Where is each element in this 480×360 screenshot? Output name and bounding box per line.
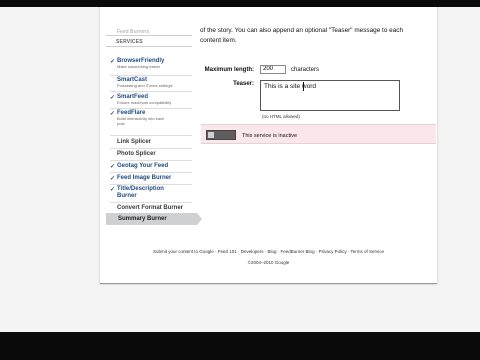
sidebar-divider	[110, 135, 192, 136]
sidebar-item-desc: Podcasting and iTunes settings	[117, 83, 173, 88]
max-length-unit: characters	[291, 67, 320, 73]
footer-link-privacy[interactable]: Privacy Policy	[319, 249, 347, 254]
sidebar-item-name-2[interactable]: Burner	[117, 193, 137, 200]
sidebar-item-summary-burner[interactable]: Summary Burner	[106, 213, 202, 225]
check-icon: ✓	[110, 164, 116, 170]
max-length-label: Maximum length:	[204, 67, 254, 73]
sidebar-item-geotag[interactable]: ✓ Geotag Your Feed	[110, 163, 192, 171]
sidebar-divider	[110, 75, 192, 76]
video-letterbox-bottom	[0, 332, 480, 360]
sidebar-item-title-description-burner[interactable]: ✓ Title/Description Burner	[110, 186, 192, 201]
sidebar-divider	[110, 148, 192, 149]
sidebar-divider	[110, 91, 192, 92]
max-length-input[interactable]	[260, 65, 286, 74]
sidebar-item-desc: Make subscribing easier	[117, 64, 161, 69]
sidebar-item-name[interactable]: Convert Format Burner	[117, 205, 183, 212]
sidebar-rule-top	[106, 35, 192, 36]
sidebar-item-name[interactable]: Photo Splicer	[117, 151, 156, 158]
sidebar-item-smartfeed[interactable]: ✓ SmartFeed Ensure maximum compatibility	[110, 94, 192, 108]
service-status-text: This service is inactive	[242, 133, 298, 139]
sidebar-header: Feed Burners SERVICES	[106, 29, 192, 50]
sidebar-item-name[interactable]: Geotag Your Feed	[117, 163, 168, 170]
sidebar-services-heading: SERVICES	[116, 39, 143, 45]
teaser-textarea[interactable]: This is a site word	[260, 80, 400, 111]
intro-text: of the story. You can also append an opt…	[200, 26, 436, 46]
sidebar-item-convert-format-burner[interactable]: Convert Format Burner	[110, 205, 192, 213]
status-rule-top	[201, 124, 436, 125]
activate-toggle[interactable]	[206, 130, 236, 140]
footer-link-blog[interactable]: Blog	[268, 249, 277, 254]
footer-link-feed101[interactable]: Feed 101	[218, 249, 237, 254]
teaser-label: Teaser:	[233, 81, 254, 87]
intro-line-2: content item.	[200, 37, 237, 44]
sidebar-divider	[110, 160, 192, 161]
video-letterbox-top	[0, 0, 480, 7]
no-html-note: (no HTML allowed)	[262, 114, 300, 119]
service-status-bar	[201, 124, 436, 144]
check-icon: ✓	[110, 176, 116, 182]
sidebar-item-feedflare[interactable]: ✓ FeedFlare Build interactivity into eac…	[110, 110, 192, 130]
footer-link-developers[interactable]: Developers	[241, 249, 264, 254]
sidebar-item-smartcast[interactable]: SmartCast Podcasting and iTunes settings	[110, 77, 192, 91]
sidebar-item-name[interactable]: Feed Image Burner	[117, 175, 171, 182]
sidebar-item-feed-image-burner[interactable]: ✓ Feed Image Burner	[110, 175, 192, 183]
intro-line-1: of the story. You can also append an opt…	[200, 27, 404, 34]
check-icon: ✓	[110, 187, 116, 193]
footer-link-terms[interactable]: Terms of Service	[351, 249, 385, 254]
sidebar-item-name[interactable]: Summary Burner	[118, 216, 167, 223]
sidebar-item-name[interactable]: Link Splicer	[117, 139, 151, 146]
sidebar-rule-bottom	[106, 46, 192, 47]
sidebar-divider	[110, 202, 192, 203]
footer-link-feedburner-blog[interactable]: FeedBurner Blog	[281, 249, 315, 254]
sidebar-item-link-splicer[interactable]: Link Splicer	[110, 139, 192, 147]
footer-links: Submit your content to Google · Feed 101…	[100, 249, 437, 254]
sidebar-item-browserfriendly[interactable]: ✓ BrowserFriendly Make subscribing easie…	[110, 58, 192, 74]
sidebar-divider	[110, 172, 192, 173]
sidebar-item-name[interactable]: Title/Description	[117, 186, 164, 193]
check-icon: ✓	[110, 95, 116, 101]
teaser-value: This is a site word	[264, 83, 317, 90]
sidebar-divider	[110, 184, 192, 185]
sidebar-divider	[110, 108, 192, 109]
check-icon: ✓	[110, 59, 116, 65]
status-rule-bottom	[201, 143, 436, 144]
toggle-knob	[208, 132, 214, 138]
sidebar-item-photo-splicer[interactable]: Photo Splicer	[110, 151, 192, 159]
page-bottom-edge	[100, 283, 437, 284]
footer-link-submit[interactable]: Submit your content to Google	[153, 249, 214, 254]
check-icon: ✓	[110, 111, 116, 117]
sidebar-item-desc: Ensure maximum compatibility	[117, 100, 172, 105]
sidebar-item-desc-2: post	[117, 120, 125, 126]
copyright: ©2004–2010 Google	[247, 260, 290, 265]
